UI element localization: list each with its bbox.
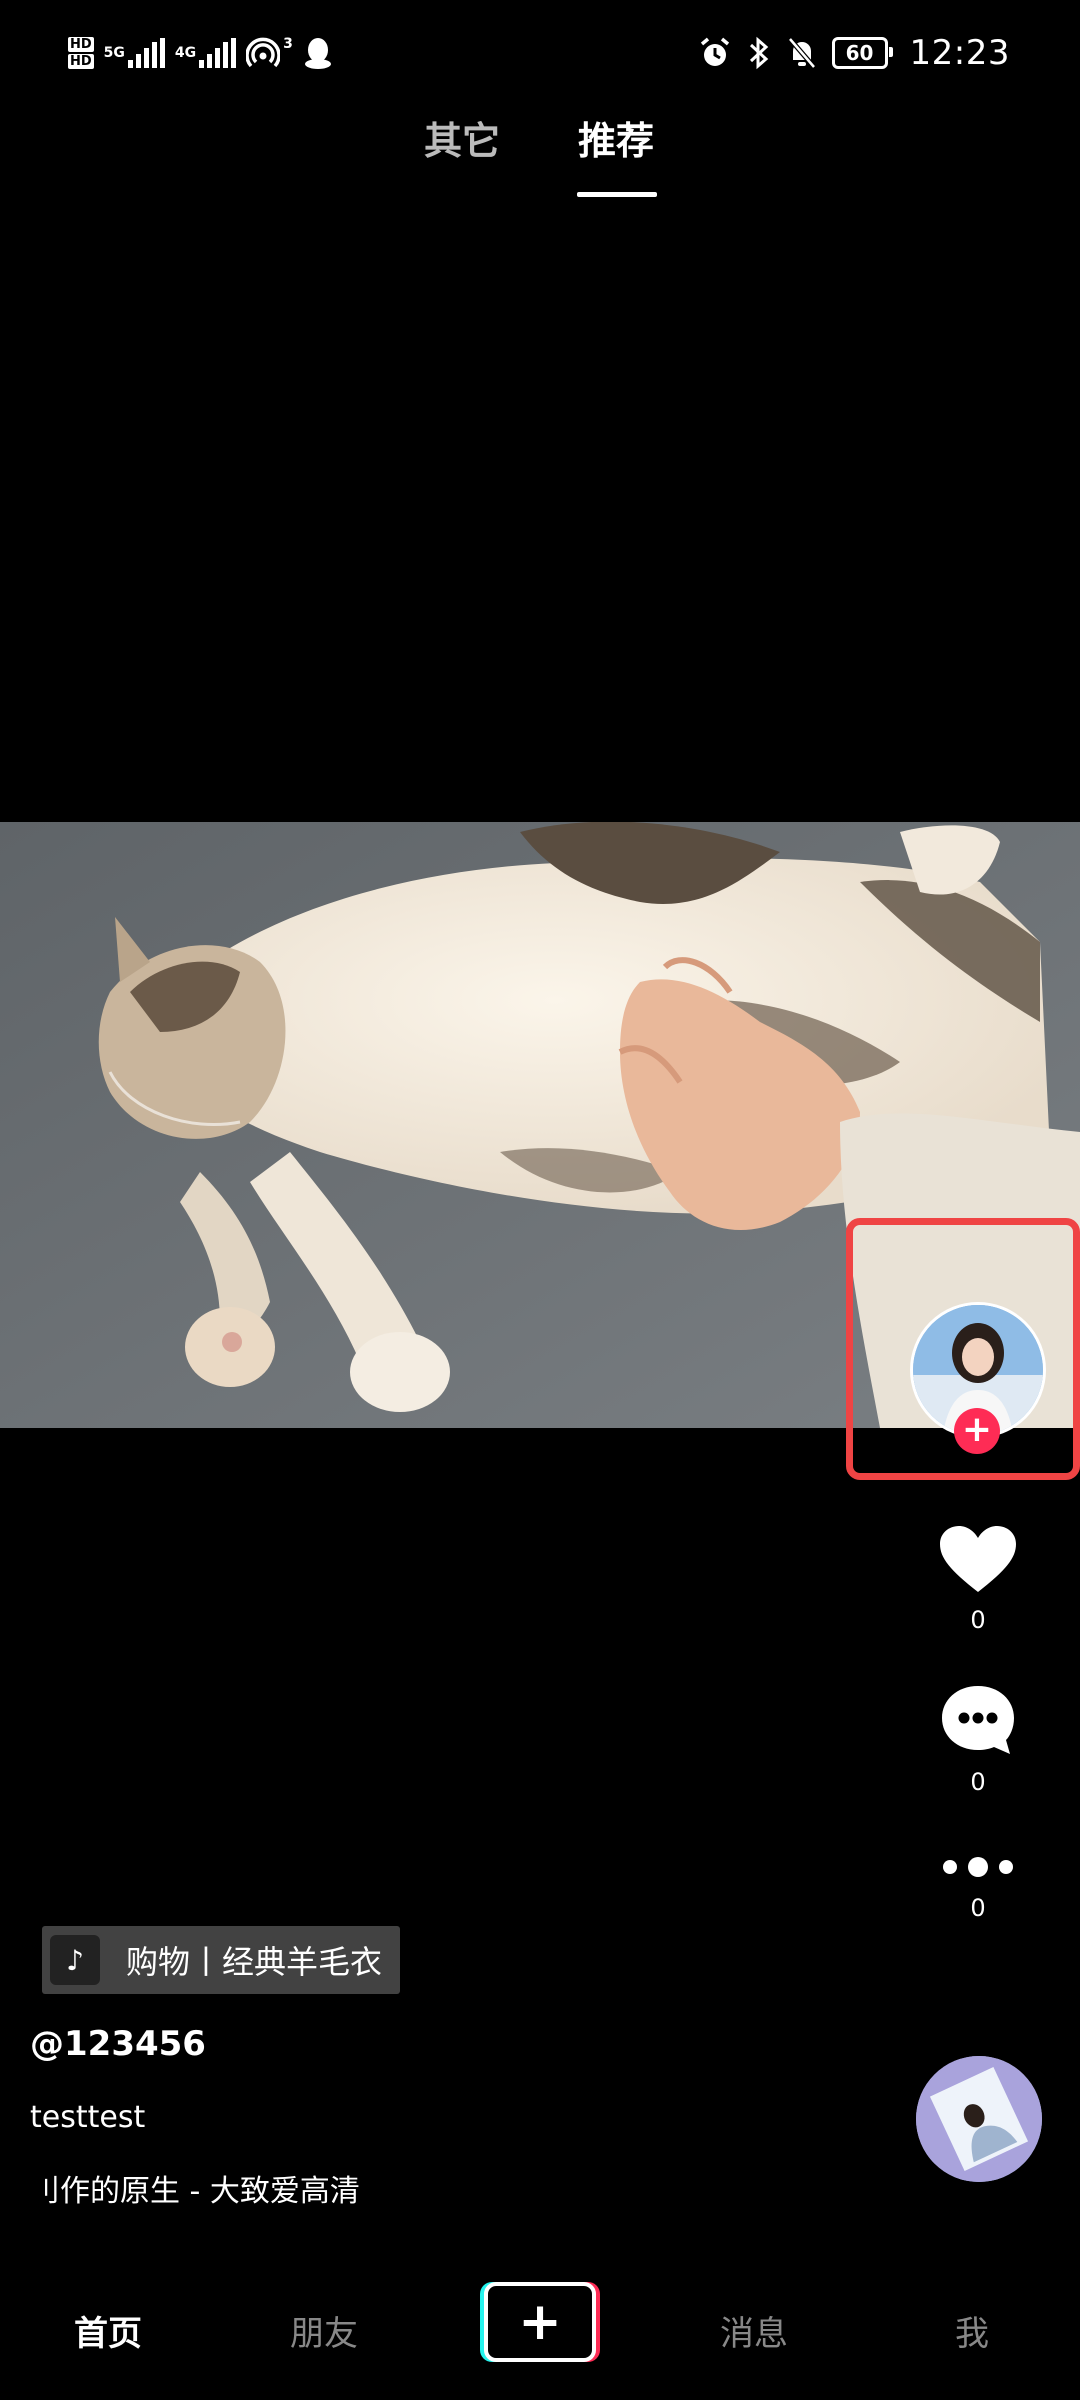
alarm-icon <box>700 37 729 66</box>
comment-count: 0 <box>970 1768 986 1796</box>
nav-home[interactable]: 首页 <box>74 2306 142 2355</box>
clock: 12:23 <box>909 33 1010 73</box>
heart-icon[interactable] <box>940 1526 1016 1594</box>
like-count: 0 <box>970 1606 986 1634</box>
post-description: testtest <box>30 2100 146 2135</box>
plus-symbol: + <box>518 2292 562 2352</box>
battery-level: 60 <box>845 41 874 65</box>
hd-label-2: HD <box>68 54 94 69</box>
hotspot-count: 3 <box>283 36 293 52</box>
mute-bell-icon <box>787 37 816 69</box>
signal-5g: 5G <box>104 38 165 68</box>
signal-4g: 4G <box>174 38 237 68</box>
hotspot: 3 <box>246 36 293 70</box>
follow-button[interactable]: + <box>954 1408 1000 1454</box>
battery-icon: 60 <box>831 37 893 69</box>
tab-other[interactable]: 其它 <box>424 110 500 165</box>
hotspot-icon <box>246 37 281 68</box>
plus-icon: + <box>484 2282 596 2362</box>
app-screen: HD HD 5G 4G 3 60 12:23 其它 推荐 + 0 0 0 ♪ 购… <box>0 0 1080 2400</box>
like-action[interactable]: 0 <box>918 1526 1038 1634</box>
author-avatar-button[interactable]: + <box>910 1302 1046 1454</box>
tiktok-logo-icon: ♪ <box>50 1935 100 1985</box>
hd-label-1: HD <box>68 37 94 52</box>
nav-messages[interactable]: 消息 <box>720 2306 788 2355</box>
music-disc-button[interactable] <box>916 2056 1042 2182</box>
nav-me[interactable]: 我 <box>955 2306 989 2355</box>
active-tab-indicator <box>577 192 657 197</box>
share-action[interactable]: 0 <box>918 1852 1038 1922</box>
create-post-button[interactable]: + <box>480 2282 600 2366</box>
network-type-4g: 4G <box>174 45 197 61</box>
hd-indicator: HD HD <box>68 36 94 70</box>
signal-bars-icon <box>127 38 165 68</box>
network-type-5g: 5G <box>103 45 125 61</box>
comment-action[interactable]: 0 <box>918 1684 1038 1796</box>
feed-tabs: 其它 推荐 <box>0 110 1080 200</box>
comment-icon[interactable] <box>940 1684 1016 1756</box>
tab-recommend[interactable]: 推荐 <box>578 110 654 165</box>
share-count: 0 <box>970 1894 986 1922</box>
qq-penguin-icon <box>304 38 331 69</box>
signal-bars-icon <box>199 38 237 68</box>
follow-plus-icon: + <box>961 1409 993 1450</box>
status-right: 60 12:23 <box>698 26 1010 80</box>
status-left: HD HD 5G 4G 3 <box>68 28 333 78</box>
shopping-tag-label: 购物丨经典羊毛衣 <box>126 1943 383 1981</box>
author-handle[interactable]: @123456 <box>30 2024 206 2064</box>
bluetooth-icon <box>749 36 768 70</box>
music-cover-thumbnail <box>916 2056 1042 2182</box>
status-bar: HD HD 5G 4G 3 60 12:23 <box>0 0 1080 104</box>
bottom-nav: 首页 朋友 + 消息 我 <box>0 2260 1080 2400</box>
music-title-marquee[interactable]: 刂作的原生 - 大致爱高清 <box>30 2166 410 2210</box>
nav-friends[interactable]: 朋友 <box>290 2306 358 2355</box>
more-dots-icon[interactable] <box>940 1852 1016 1882</box>
tiktok-logo-glyph: ♪ <box>66 1943 84 1977</box>
shopping-tag[interactable]: ♪ 购物丨经典羊毛衣 <box>42 1926 400 1994</box>
